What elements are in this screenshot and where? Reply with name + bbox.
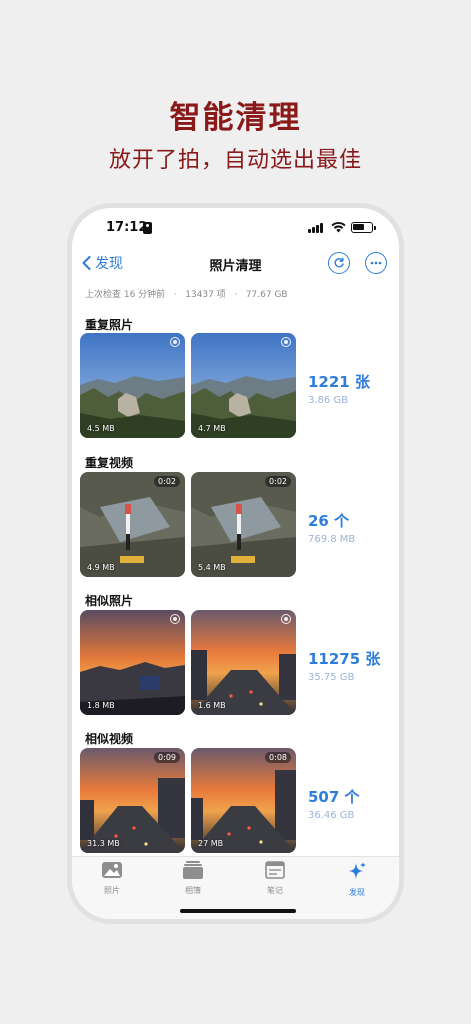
tab-albums[interactable]: 相簿 [163, 861, 223, 896]
tab-discover[interactable]: 发现 [327, 861, 387, 898]
sunset-road-photo [191, 610, 296, 715]
thumbnail-size: 31.3 MB [87, 839, 120, 848]
sunset-road-photo [80, 748, 185, 853]
promo-subtitle: 放开了拍，自动选出最佳 [108, 148, 362, 173]
live-photo-icon [281, 337, 291, 347]
duplicate-photos-stats[interactable]: 1221 张 3.86 GB [308, 371, 370, 406]
back-label: 发现 [95, 256, 123, 272]
duplicate-photos-size: 3.86 GB [308, 395, 349, 406]
similar-videos-stats[interactable]: 507 个 36.46 GB [308, 786, 360, 821]
albums-icon [183, 861, 203, 879]
thumbnail-size: 27 MB [198, 839, 224, 848]
phone-frame: 17:12 发现 照片清理 上次检查 16 分钟前 · 13437 项 · 77… [67, 203, 404, 924]
thumbnail-similar-photo-2[interactable]: 1.6 MB [191, 610, 296, 715]
video-duration: 0:09 [154, 752, 180, 763]
sunset-road-photo [191, 748, 296, 853]
total-size-text: 77.67 GB [245, 290, 288, 300]
rock-photo [191, 472, 296, 577]
video-duration: 0:02 [154, 476, 180, 487]
wifi-icon [331, 221, 346, 233]
tab-label: 照片 [104, 886, 120, 895]
thumbnail-duplicate-photo-2[interactable]: 4.7 MB [191, 333, 296, 438]
ellipsis-icon [370, 261, 382, 265]
battery-icon [351, 222, 376, 233]
thumbnail-size: 5.4 MB [198, 563, 226, 572]
focus-person-icon [143, 222, 152, 234]
tab-label: 发现 [349, 888, 365, 897]
thumbnail-size: 4.5 MB [87, 424, 115, 433]
photos-icon [102, 862, 122, 878]
promo-title: 智能清理 [169, 100, 302, 136]
tab-label: 相簿 [185, 886, 201, 895]
live-photo-icon [170, 337, 180, 347]
tab-notes[interactable]: 笔记 [245, 861, 305, 896]
sunset-photo [80, 610, 185, 715]
section-title-duplicate-videos: 重复视频 [85, 456, 134, 470]
thumbnail-similar-video-1[interactable]: 0:09 31.3 MB [80, 748, 185, 853]
similar-photos-size: 35.75 GB [308, 672, 355, 683]
scan-summary: 上次检查 16 分钟前 · 13437 项 · 77.67 GB [85, 287, 288, 300]
notes-icon [265, 861, 285, 879]
cellular-signal-icon [308, 223, 326, 233]
more-button[interactable] [365, 252, 387, 274]
section-title-similar-videos: 相似视频 [85, 732, 134, 746]
similar-videos-size: 36.46 GB [308, 810, 355, 821]
sparkle-icon [349, 862, 366, 879]
live-photo-icon [281, 614, 291, 624]
duplicate-videos-stats[interactable]: 26 个 769.8 MB [308, 510, 355, 545]
duplicate-photos-count: 1221 张 [308, 373, 370, 391]
thumbnail-duplicate-photo-1[interactable]: 4.5 MB [80, 333, 185, 438]
tab-label: 笔记 [267, 886, 283, 895]
live-photo-icon [170, 614, 180, 624]
thumbnail-duplicate-video-2[interactable]: 0:02 5.4 MB [191, 472, 296, 577]
duplicate-videos-size: 769.8 MB [308, 534, 356, 545]
tab-photos[interactable]: 照片 [82, 861, 142, 896]
similar-videos-count: 507 个 [308, 788, 360, 806]
video-duration: 0:02 [265, 476, 291, 487]
section-title-duplicate-photos: 重复照片 [85, 318, 134, 332]
last-check-text: 上次检查 16 分钟前 [85, 290, 166, 300]
duplicate-videos-count: 26 个 [308, 512, 350, 530]
mountain-photo [191, 333, 296, 438]
refresh-icon [334, 257, 344, 268]
status-time: 17:12 [106, 220, 148, 235]
chevron-left-icon [82, 256, 91, 270]
thumbnail-size: 4.9 MB [87, 563, 115, 572]
thumbnail-size: 1.6 MB [198, 701, 226, 710]
thumbnail-similar-video-2[interactable]: 0:08 27 MB [191, 748, 296, 853]
rock-photo [80, 472, 185, 577]
home-indicator [180, 909, 296, 913]
thumbnail-size: 4.7 MB [198, 424, 226, 433]
video-duration: 0:08 [265, 752, 291, 763]
mountain-photo [80, 333, 185, 438]
similar-photos-stats[interactable]: 11275 张 35.75 GB [308, 648, 380, 683]
thumbnail-duplicate-video-1[interactable]: 0:02 4.9 MB [80, 472, 185, 577]
status-bar: 17:12 [72, 218, 399, 240]
thumbnail-similar-photo-1[interactable]: 1.8 MB [80, 610, 185, 715]
back-button[interactable]: 发现 [82, 253, 123, 273]
navigation-bar: 发现 照片清理 [72, 250, 399, 278]
item-count-text: 13437 项 [185, 290, 226, 300]
refresh-button[interactable] [328, 252, 350, 274]
similar-photos-count: 11275 张 [308, 650, 381, 668]
separator: · [173, 290, 177, 300]
thumbnail-size: 1.8 MB [87, 701, 115, 710]
section-title-similar-photos: 相似照片 [85, 594, 134, 608]
app-screen: 17:12 发现 照片清理 上次检查 16 分钟前 · 13437 项 · 77… [72, 208, 399, 919]
separator: · [234, 290, 238, 300]
